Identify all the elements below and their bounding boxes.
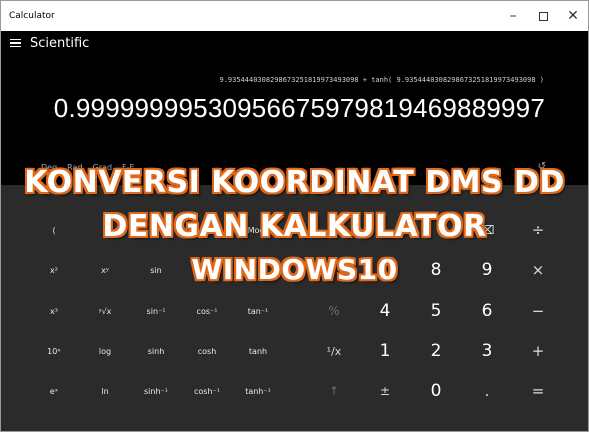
maximize-icon bbox=[538, 11, 548, 21]
equals-key[interactable]: = bbox=[513, 378, 563, 404]
app-header: Scientific bbox=[1, 31, 588, 55]
digit-3-key[interactable]: 3 bbox=[462, 338, 512, 364]
digit-6-key[interactable]: 6 bbox=[462, 298, 512, 324]
tanh-key[interactable]: tanh bbox=[233, 338, 283, 364]
rad-button[interactable]: Rad bbox=[67, 163, 82, 172]
expression-display: 9.93544403082986732518199734930​98 + tan… bbox=[219, 76, 544, 84]
arcsinh-key[interactable]: sinh⁻¹ bbox=[131, 378, 181, 404]
divide-key[interactable]: ÷ bbox=[513, 217, 563, 243]
digit-0-key[interactable]: 0 bbox=[411, 378, 461, 404]
reciprocal-key[interactable]: ¹/x bbox=[309, 338, 359, 364]
add-key[interactable]: + bbox=[513, 338, 563, 364]
open-paren-key[interactable]: ( bbox=[29, 217, 79, 243]
subtract-key[interactable]: − bbox=[513, 298, 563, 324]
window-title: Calculator bbox=[9, 11, 55, 21]
cube-key[interactable]: x³ bbox=[29, 298, 79, 324]
maximize-button[interactable] bbox=[528, 1, 558, 31]
decimal-key[interactable]: . bbox=[462, 378, 512, 404]
sinh-key[interactable]: sinh bbox=[131, 338, 181, 364]
result-display: 0.99999999530956675979819469889997 bbox=[53, 93, 545, 123]
arccos-key[interactable]: cos⁻¹ bbox=[182, 298, 232, 324]
deg-button[interactable]: Deg bbox=[41, 163, 57, 172]
digit-9-key[interactable]: 9 bbox=[462, 257, 512, 283]
percent-key[interactable]: % bbox=[309, 298, 359, 324]
angle-mode-row: Deg Rad Grad F-E bbox=[41, 163, 135, 172]
backspace-key[interactable]: ⌫ bbox=[461, 217, 511, 243]
title-bar: Calculator – ✕ bbox=[1, 1, 588, 31]
calculator-window: Calculator – ✕ Scientific 9.935444030829… bbox=[0, 0, 589, 432]
digit-5-key[interactable]: 5 bbox=[411, 298, 461, 324]
shift-up-icon[interactable]: ↑ bbox=[309, 378, 359, 404]
exp-key[interactable]: eˣ bbox=[29, 378, 79, 404]
ten-power-key[interactable]: 10ˣ bbox=[29, 338, 79, 364]
grad-button[interactable]: Grad bbox=[93, 163, 112, 172]
arcsin-key[interactable]: sin⁻¹ bbox=[131, 298, 181, 324]
arccosh-key[interactable]: cosh⁻¹ bbox=[182, 378, 232, 404]
negate-key[interactable]: ± bbox=[360, 378, 410, 404]
digit-8-key[interactable]: 8 bbox=[411, 257, 461, 283]
minimize-button[interactable]: – bbox=[498, 1, 528, 31]
multiply-key[interactable]: × bbox=[513, 257, 563, 283]
log-key[interactable]: log bbox=[80, 338, 130, 364]
sin-key[interactable]: sin bbox=[131, 257, 181, 283]
arctan-key[interactable]: tan⁻¹ bbox=[233, 298, 283, 324]
cosh-key[interactable]: cosh bbox=[182, 338, 232, 364]
mode-title: Scientific bbox=[30, 35, 90, 51]
digit-1-key[interactable]: 1 bbox=[360, 338, 410, 364]
ln-key[interactable]: ln bbox=[80, 378, 130, 404]
keypad: ( Mod ⌫ ÷ x² xʸ sin 8 9 × x³ ʸ√x sin⁻¹ c… bbox=[1, 185, 588, 431]
digit-2-key[interactable]: 2 bbox=[411, 338, 461, 364]
digit-4-key[interactable]: 4 bbox=[360, 298, 410, 324]
fe-button[interactable]: F-E bbox=[122, 163, 135, 172]
hamburger-menu-icon[interactable] bbox=[2, 33, 28, 53]
root-key[interactable]: ʸ√x bbox=[80, 298, 130, 324]
close-button[interactable]: ✕ bbox=[558, 1, 588, 31]
arctanh-key[interactable]: tanh⁻¹ bbox=[233, 378, 283, 404]
power-key[interactable]: xʸ bbox=[80, 257, 130, 283]
mod-key[interactable]: Mod bbox=[231, 217, 281, 243]
square-key[interactable]: x² bbox=[29, 257, 79, 283]
history-icon[interactable]: ↺ bbox=[538, 161, 546, 172]
